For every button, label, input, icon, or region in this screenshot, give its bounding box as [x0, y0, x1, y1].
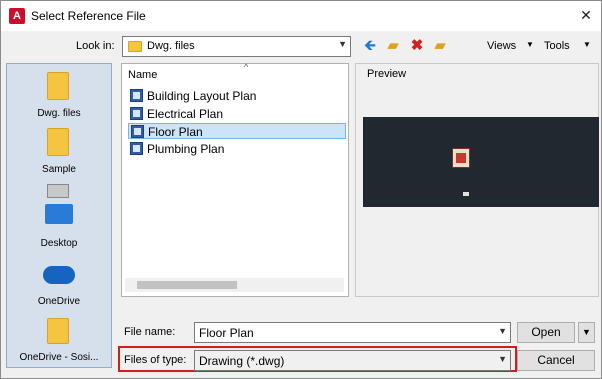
- look-in-label: Look in:: [76, 40, 115, 52]
- place-label: Dwg. files: [37, 108, 81, 119]
- scrollbar-thumb[interactable]: [137, 281, 237, 289]
- file-name: Plumbing Plan: [147, 142, 225, 156]
- tools-menu[interactable]: Tools: [544, 40, 570, 52]
- file-name-input[interactable]: Floor Plan ▼: [194, 322, 511, 343]
- cloud-folder-icon: [47, 318, 69, 344]
- file-name-label: File name:: [124, 326, 176, 338]
- preview-image: [363, 117, 599, 207]
- title-bar: A Select Reference File ✕: [1, 1, 601, 31]
- dwg-file-icon: [131, 125, 144, 138]
- file-item[interactable]: Electrical Plan: [128, 106, 346, 122]
- file-item[interactable]: Plumbing Plan: [128, 141, 346, 157]
- file-name: Floor Plan: [148, 125, 203, 139]
- computer-icon: [47, 184, 69, 198]
- place-desktop[interactable]: Desktop: [7, 180, 111, 254]
- new-folder-icon[interactable]: ▰: [431, 37, 449, 55]
- place-onedrive-business[interactable]: OneDrive - Sosi...: [7, 312, 111, 367]
- place-dwg-files[interactable]: Dwg. files: [7, 68, 111, 120]
- horizontal-scrollbar[interactable]: [125, 278, 344, 292]
- folder-icon: [47, 128, 69, 156]
- dwg-file-icon: [130, 142, 143, 155]
- look-in-dropdown[interactable]: Dwg. files ▼: [122, 36, 351, 57]
- cloud-icon: [43, 266, 75, 284]
- files-of-type-value: Drawing (*.dwg): [199, 354, 285, 368]
- views-dropdown-icon[interactable]: ▼: [526, 40, 534, 49]
- back-arrow-icon[interactable]: 🡸: [361, 37, 379, 55]
- place-sample[interactable]: Sample: [7, 124, 111, 176]
- files-of-type-dropdown[interactable]: Drawing (*.dwg) ▼: [194, 350, 511, 371]
- open-options-button[interactable]: ▼: [578, 322, 595, 343]
- drawing-detail: [463, 192, 469, 196]
- file-item[interactable]: Building Layout Plan: [128, 88, 346, 104]
- place-label: OneDrive: [37, 296, 81, 307]
- drawing-thumbnail: [452, 148, 470, 168]
- open-button[interactable]: Open: [517, 322, 575, 343]
- look-in-value: Dwg. files: [147, 40, 195, 52]
- delete-icon[interactable]: ✖: [408, 37, 426, 55]
- place-onedrive[interactable]: OneDrive: [7, 258, 111, 310]
- folder-icon: [128, 41, 142, 52]
- place-label: OneDrive - Sosi...: [19, 352, 99, 363]
- file-list[interactable]: ^ Name Building Layout Plan Electrical P…: [121, 62, 349, 297]
- chevron-down-icon[interactable]: ▼: [498, 326, 507, 336]
- dialog-title: Select Reference File: [31, 9, 146, 23]
- chevron-down-icon: ▼: [498, 354, 507, 364]
- file-name-value: Floor Plan: [199, 326, 254, 340]
- autocad-app-icon: A: [9, 8, 25, 24]
- up-folder-icon[interactable]: ▰: [384, 37, 402, 55]
- select-reference-file-dialog: A Select Reference File ✕ Look in: Dwg. …: [0, 0, 602, 379]
- file-name: Building Layout Plan: [147, 89, 257, 103]
- preview-label: Preview: [367, 68, 407, 80]
- dwg-file-icon: [130, 89, 143, 102]
- close-button[interactable]: ✕: [577, 6, 595, 24]
- cancel-button[interactable]: Cancel: [517, 350, 595, 371]
- place-label: Sample: [42, 164, 76, 175]
- views-menu[interactable]: Views: [487, 40, 516, 52]
- file-name: Electrical Plan: [147, 107, 224, 121]
- chevron-down-icon: ▼: [338, 39, 347, 49]
- places-sidebar: Dwg. files Sample Desktop OneDrive OneDr…: [6, 63, 112, 368]
- tools-dropdown-icon[interactable]: ▼: [583, 40, 591, 49]
- dwg-file-icon: [130, 107, 143, 120]
- folder-icon: [47, 72, 69, 100]
- desktop-icon: [45, 204, 73, 224]
- place-label: Desktop: [40, 238, 78, 249]
- column-header-name[interactable]: Name: [128, 69, 157, 81]
- files-of-type-label: Files of type:: [124, 354, 187, 366]
- file-item-selected[interactable]: Floor Plan: [128, 123, 346, 139]
- sort-ascending-icon: ^: [244, 62, 249, 72]
